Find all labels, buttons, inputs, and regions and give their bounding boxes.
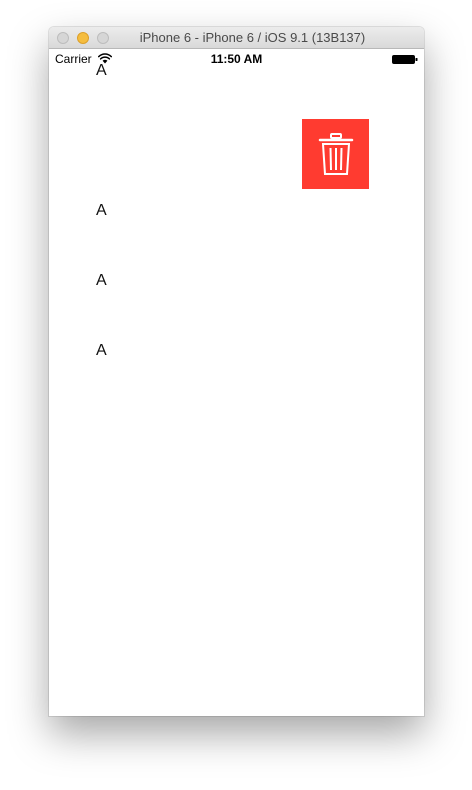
list-item-label[interactable]: A [96, 342, 107, 360]
list-item-label[interactable]: A [96, 62, 107, 80]
delete-button[interactable] [302, 119, 369, 189]
window-title: iPhone 6 - iPhone 6 / iOS 9.1 (13B137) [139, 30, 366, 45]
list-item-label[interactable]: A [96, 272, 107, 290]
trash-icon [318, 133, 353, 175]
title-bar: iPhone 6 - iPhone 6 / iOS 9.1 (13B137) [49, 27, 424, 49]
simulator-window: iPhone 6 - iPhone 6 / iOS 9.1 (13B137) C… [49, 27, 424, 716]
battery-icon [392, 55, 418, 64]
list-item-label[interactable]: A [96, 202, 107, 220]
screen: iPhone 6 - iPhone 6 / iOS 9.1 (13B137) C… [0, 0, 472, 790]
